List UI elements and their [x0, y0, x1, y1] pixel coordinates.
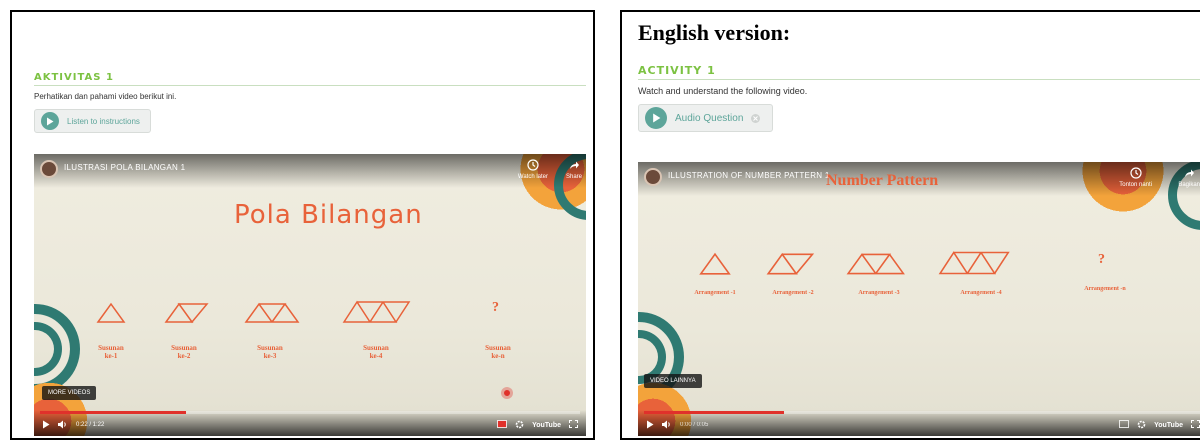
close-icon[interactable] [751, 113, 761, 123]
more-videos-button[interactable]: VIDEO LAINNYA [644, 374, 702, 388]
triangle-arrangement-2 [766, 252, 815, 275]
progress-fill [644, 411, 784, 414]
arrangement-label-3: Arrangement -3 [858, 290, 900, 296]
share-label: Bagikan [1178, 182, 1200, 188]
arrangement-label-4: Susunan ke-4 [363, 344, 389, 361]
time-display: 0:22 / 1:22 [76, 422, 105, 428]
youtube-logo[interactable]: YouTube [532, 422, 561, 429]
clock-icon [1129, 166, 1143, 180]
subtitles-icon[interactable] [1119, 420, 1129, 430]
triangle-arrangement-3 [244, 302, 300, 323]
arrangement-label-n: Susunan ke-n [485, 344, 511, 361]
progress-fill [40, 411, 186, 414]
settings-icon[interactable] [515, 420, 524, 431]
share-label: Share [565, 174, 582, 180]
share-button[interactable]: Bagikan [1178, 166, 1200, 188]
video-title[interactable]: ILUSTRASI POLA BILANGAN 1 [64, 163, 185, 172]
progress-bar[interactable] [644, 411, 1200, 414]
video-player[interactable]: ILLUSTRATION OF NUMBER PATTERN 1 Tonton … [638, 162, 1200, 436]
activity-card: AKTIVITAS 1 Perhatikan dan pahami video … [34, 72, 586, 436]
play-icon [41, 112, 59, 130]
english-panel: English version: ACTIVITY 1 Watch and un… [620, 10, 1200, 440]
subtitles-icon[interactable] [497, 420, 507, 430]
arrangement-label-3: Susunan ke-3 [257, 344, 283, 361]
triangle-arrangement-4 [342, 300, 411, 323]
question-mark: ? [1098, 252, 1105, 267]
arrangement-label-2: Susunan ke-2 [171, 344, 197, 361]
instruction-text: Watch and understand the following video… [638, 86, 808, 96]
volume-icon[interactable] [58, 420, 68, 431]
time-display: 0:00 / 0:05 [680, 422, 709, 428]
question-mark: ? [492, 300, 499, 315]
triangle-arrangement-2 [164, 302, 209, 324]
channel-avatar[interactable] [40, 160, 58, 178]
progress-bar[interactable] [40, 411, 580, 414]
listen-instructions-label: Listen to instructions [67, 116, 140, 126]
slide-title: Number Pattern [826, 172, 939, 189]
audio-question-button[interactable]: Audio Question [638, 104, 774, 132]
share-button[interactable]: Share [566, 158, 582, 180]
control-row: 0:00 / 0:05 YouTube [646, 419, 1200, 431]
video-player[interactable]: ILUSTRASI POLA BILANGAN 1 Watch later Sh… [34, 154, 586, 436]
watch-later-button[interactable]: Tonton nanti [1119, 166, 1152, 188]
watch-later-button[interactable]: Watch later [518, 158, 548, 180]
original-panel: AKTIVITAS 1 Perhatikan dan pahami video … [10, 10, 595, 440]
audio-question-label: Audio Question [675, 112, 744, 124]
arrangement-label-n: Arrangement -n [1084, 286, 1126, 292]
arrangement-label-2: Arrangement -2 [772, 290, 814, 296]
triangle-arrangement-3 [846, 253, 905, 275]
volume-icon[interactable] [662, 420, 672, 431]
watch-later-label: Tonton nanti [1119, 182, 1152, 188]
triangle-arrangement-1 [699, 252, 731, 275]
arrangement-label-1: Susunan ke-1 [98, 344, 124, 361]
channel-avatar[interactable] [644, 168, 662, 186]
slide-title: Pola Bilangan [234, 200, 423, 230]
activity-title: AKTIVITAS 1 [34, 72, 114, 83]
settings-icon[interactable] [1137, 420, 1146, 431]
watch-later-label: Watch later [517, 174, 548, 180]
fullscreen-icon[interactable] [569, 420, 578, 430]
english-version-heading: English version: [638, 20, 791, 45]
triangle-arrangement-1 [96, 302, 126, 323]
video-title[interactable]: ILLUSTRATION OF NUMBER PATTERN 1 [668, 171, 830, 180]
divider [638, 79, 1200, 80]
share-icon [567, 158, 581, 172]
play-button[interactable] [42, 420, 50, 431]
more-videos-button[interactable]: MORE VIDEOS [42, 386, 97, 400]
fullscreen-icon[interactable] [1191, 420, 1200, 430]
instruction-text: Perhatikan dan pahami video berikut ini. [34, 92, 177, 101]
control-row: 0:22 / 1:22 YouTube [42, 419, 578, 431]
play-button[interactable] [646, 420, 654, 431]
arrangement-label-1: Arrangement -1 [694, 290, 736, 296]
divider [34, 85, 586, 86]
youtube-logo[interactable]: YouTube [1154, 422, 1183, 429]
triangle-arrangement-4 [938, 251, 1010, 275]
clock-icon [526, 158, 540, 172]
share-icon [1182, 166, 1196, 180]
play-icon [645, 107, 667, 129]
listen-instructions-button[interactable]: Listen to instructions [34, 109, 151, 133]
cursor-indicator [504, 390, 510, 396]
activity-title: ACTIVITY 1 [638, 64, 716, 77]
arrangement-label-4: Arrangement -4 [960, 290, 1002, 296]
activity-card-english: ACTIVITY 1 Watch and understand the foll… [638, 64, 1200, 436]
